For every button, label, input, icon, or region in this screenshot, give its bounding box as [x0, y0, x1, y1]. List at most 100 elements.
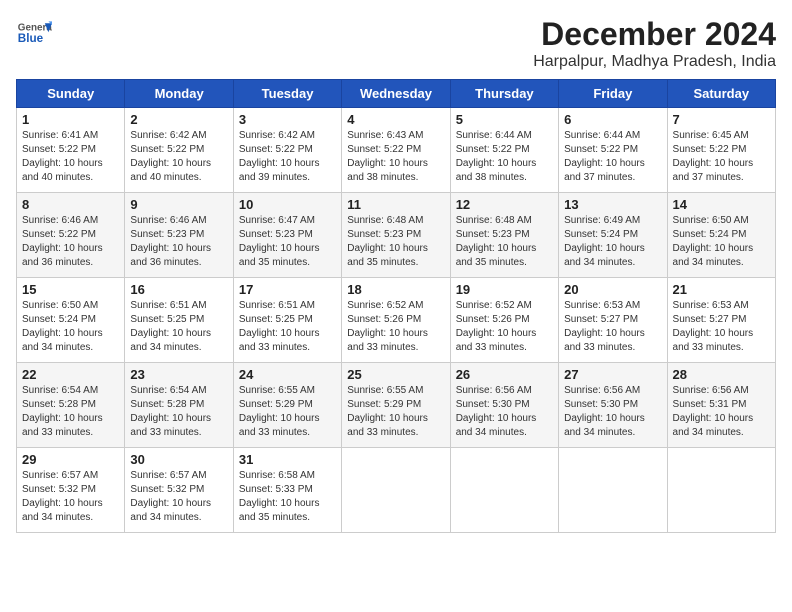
cell-content: Sunrise: 6:48 AM Sunset: 5:23 PM Dayligh…: [347, 214, 444, 270]
sunset-label: Sunset: 5:23 PM: [130, 229, 204, 240]
daylight-label: Daylight: 10 hours and 34 minutes.: [564, 243, 645, 268]
day-number: 2: [130, 112, 227, 127]
daylight-label: Daylight: 10 hours and 33 minutes.: [239, 413, 320, 438]
daylight-label: Daylight: 10 hours and 34 minutes.: [564, 413, 645, 438]
sunrise-label: Sunrise: 6:56 AM: [673, 385, 749, 396]
week-row-0: 1 Sunrise: 6:41 AM Sunset: 5:22 PM Dayli…: [17, 108, 776, 193]
sunrise-label: Sunrise: 6:51 AM: [239, 300, 315, 311]
daylight-label: Daylight: 10 hours and 33 minutes.: [564, 328, 645, 353]
calendar-cell: 29 Sunrise: 6:57 AM Sunset: 5:32 PM Dayl…: [17, 448, 125, 533]
calendar-cell: [450, 448, 558, 533]
calendar-cell: 15 Sunrise: 6:50 AM Sunset: 5:24 PM Dayl…: [17, 278, 125, 363]
cell-content: Sunrise: 6:42 AM Sunset: 5:22 PM Dayligh…: [130, 129, 227, 185]
cell-content: Sunrise: 6:57 AM Sunset: 5:32 PM Dayligh…: [130, 469, 227, 525]
col-header-friday: Friday: [559, 80, 667, 108]
sunset-label: Sunset: 5:24 PM: [564, 229, 638, 240]
sunrise-label: Sunrise: 6:54 AM: [22, 385, 98, 396]
day-number: 26: [456, 367, 553, 382]
page-container: General Blue December 2024 Harpalpur, Ma…: [16, 16, 776, 533]
logo: General Blue: [16, 16, 56, 52]
calendar-cell: 31 Sunrise: 6:58 AM Sunset: 5:33 PM Dayl…: [233, 448, 341, 533]
sunrise-label: Sunrise: 6:44 AM: [564, 130, 640, 141]
day-number: 29: [22, 452, 119, 467]
week-row-1: 8 Sunrise: 6:46 AM Sunset: 5:22 PM Dayli…: [17, 193, 776, 278]
daylight-label: Daylight: 10 hours and 35 minutes.: [239, 243, 320, 268]
day-number: 15: [22, 282, 119, 297]
cell-content: Sunrise: 6:51 AM Sunset: 5:25 PM Dayligh…: [239, 299, 336, 355]
cell-content: Sunrise: 6:56 AM Sunset: 5:30 PM Dayligh…: [456, 384, 553, 440]
cell-content: Sunrise: 6:51 AM Sunset: 5:25 PM Dayligh…: [130, 299, 227, 355]
daylight-label: Daylight: 10 hours and 37 minutes.: [673, 158, 754, 183]
sunrise-label: Sunrise: 6:45 AM: [673, 130, 749, 141]
calendar-cell: 9 Sunrise: 6:46 AM Sunset: 5:23 PM Dayli…: [125, 193, 233, 278]
calendar-cell: 16 Sunrise: 6:51 AM Sunset: 5:25 PM Dayl…: [125, 278, 233, 363]
day-number: 31: [239, 452, 336, 467]
week-row-2: 15 Sunrise: 6:50 AM Sunset: 5:24 PM Dayl…: [17, 278, 776, 363]
day-number: 1: [22, 112, 119, 127]
sunset-label: Sunset: 5:29 PM: [347, 399, 421, 410]
sunrise-label: Sunrise: 6:47 AM: [239, 215, 315, 226]
calendar-cell: 1 Sunrise: 6:41 AM Sunset: 5:22 PM Dayli…: [17, 108, 125, 193]
sunset-label: Sunset: 5:23 PM: [347, 229, 421, 240]
sunrise-label: Sunrise: 6:46 AM: [22, 215, 98, 226]
daylight-label: Daylight: 10 hours and 33 minutes.: [130, 413, 211, 438]
daylight-label: Daylight: 10 hours and 35 minutes.: [239, 498, 320, 523]
calendar-cell: 13 Sunrise: 6:49 AM Sunset: 5:24 PM Dayl…: [559, 193, 667, 278]
day-number: 12: [456, 197, 553, 212]
title-block: December 2024 Harpalpur, Madhya Pradesh,…: [533, 16, 776, 71]
cell-content: Sunrise: 6:46 AM Sunset: 5:23 PM Dayligh…: [130, 214, 227, 270]
sunset-label: Sunset: 5:24 PM: [22, 314, 96, 325]
day-number: 20: [564, 282, 661, 297]
cell-content: Sunrise: 6:50 AM Sunset: 5:24 PM Dayligh…: [673, 214, 770, 270]
day-number: 27: [564, 367, 661, 382]
calendar-cell: 20 Sunrise: 6:53 AM Sunset: 5:27 PM Dayl…: [559, 278, 667, 363]
calendar-cell: 28 Sunrise: 6:56 AM Sunset: 5:31 PM Dayl…: [667, 363, 775, 448]
calendar-cell: 22 Sunrise: 6:54 AM Sunset: 5:28 PM Dayl…: [17, 363, 125, 448]
day-number: 19: [456, 282, 553, 297]
sunset-label: Sunset: 5:29 PM: [239, 399, 313, 410]
daylight-label: Daylight: 10 hours and 33 minutes.: [347, 328, 428, 353]
day-number: 13: [564, 197, 661, 212]
day-number: 25: [347, 367, 444, 382]
sunset-label: Sunset: 5:22 PM: [239, 144, 313, 155]
sunset-label: Sunset: 5:23 PM: [456, 229, 530, 240]
cell-content: Sunrise: 6:46 AM Sunset: 5:22 PM Dayligh…: [22, 214, 119, 270]
week-row-3: 22 Sunrise: 6:54 AM Sunset: 5:28 PM Dayl…: [17, 363, 776, 448]
day-number: 7: [673, 112, 770, 127]
sunrise-label: Sunrise: 6:56 AM: [456, 385, 532, 396]
cell-content: Sunrise: 6:41 AM Sunset: 5:22 PM Dayligh…: [22, 129, 119, 185]
calendar-cell: [559, 448, 667, 533]
sunrise-label: Sunrise: 6:46 AM: [130, 215, 206, 226]
cell-content: Sunrise: 6:44 AM Sunset: 5:22 PM Dayligh…: [456, 129, 553, 185]
sunrise-label: Sunrise: 6:58 AM: [239, 470, 315, 481]
daylight-label: Daylight: 10 hours and 34 minutes.: [456, 413, 537, 438]
daylight-label: Daylight: 10 hours and 38 minutes.: [347, 158, 428, 183]
sunrise-label: Sunrise: 6:54 AM: [130, 385, 206, 396]
cell-content: Sunrise: 6:54 AM Sunset: 5:28 PM Dayligh…: [130, 384, 227, 440]
daylight-label: Daylight: 10 hours and 34 minutes.: [22, 498, 103, 523]
sunset-label: Sunset: 5:22 PM: [22, 144, 96, 155]
sunset-label: Sunset: 5:30 PM: [456, 399, 530, 410]
col-header-wednesday: Wednesday: [342, 80, 450, 108]
calendar-cell: 30 Sunrise: 6:57 AM Sunset: 5:32 PM Dayl…: [125, 448, 233, 533]
sunset-label: Sunset: 5:32 PM: [130, 484, 204, 495]
calendar-cell: 18 Sunrise: 6:52 AM Sunset: 5:26 PM Dayl…: [342, 278, 450, 363]
cell-content: Sunrise: 6:55 AM Sunset: 5:29 PM Dayligh…: [239, 384, 336, 440]
sunrise-label: Sunrise: 6:52 AM: [347, 300, 423, 311]
daylight-label: Daylight: 10 hours and 35 minutes.: [456, 243, 537, 268]
cell-content: Sunrise: 6:56 AM Sunset: 5:30 PM Dayligh…: [564, 384, 661, 440]
calendar-cell: 6 Sunrise: 6:44 AM Sunset: 5:22 PM Dayli…: [559, 108, 667, 193]
sunrise-label: Sunrise: 6:50 AM: [22, 300, 98, 311]
day-number: 30: [130, 452, 227, 467]
daylight-label: Daylight: 10 hours and 33 minutes.: [22, 413, 103, 438]
cell-content: Sunrise: 6:54 AM Sunset: 5:28 PM Dayligh…: [22, 384, 119, 440]
daylight-label: Daylight: 10 hours and 36 minutes.: [130, 243, 211, 268]
cell-content: Sunrise: 6:53 AM Sunset: 5:27 PM Dayligh…: [673, 299, 770, 355]
calendar-cell: 5 Sunrise: 6:44 AM Sunset: 5:22 PM Dayli…: [450, 108, 558, 193]
calendar-cell: 3 Sunrise: 6:42 AM Sunset: 5:22 PM Dayli…: [233, 108, 341, 193]
sunset-label: Sunset: 5:22 PM: [673, 144, 747, 155]
week-row-4: 29 Sunrise: 6:57 AM Sunset: 5:32 PM Dayl…: [17, 448, 776, 533]
sunset-label: Sunset: 5:32 PM: [22, 484, 96, 495]
day-number: 4: [347, 112, 444, 127]
daylight-label: Daylight: 10 hours and 34 minutes.: [130, 498, 211, 523]
